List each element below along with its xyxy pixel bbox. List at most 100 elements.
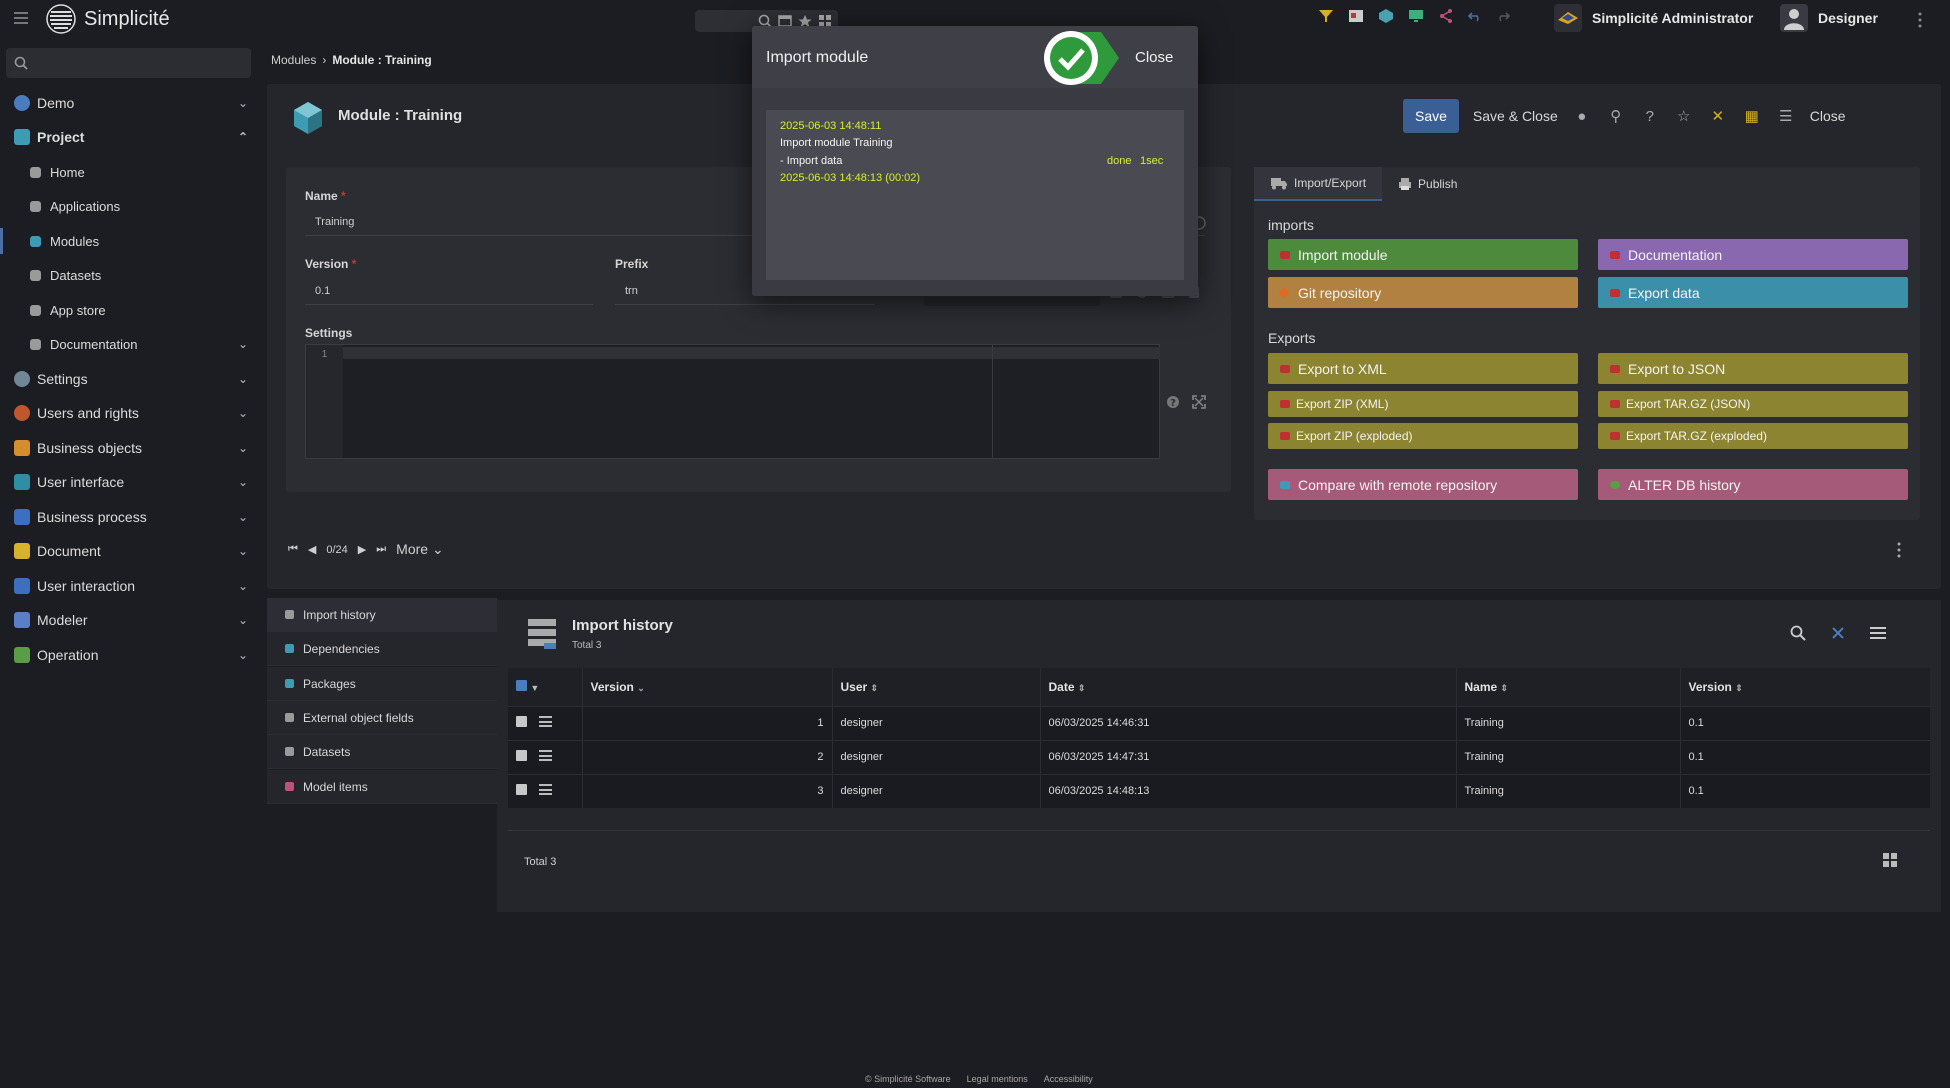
more-vert-icon[interactable]: [1897, 542, 1901, 558]
git-repository-button[interactable]: Git repository: [1268, 277, 1578, 308]
row-checkbox[interactable]: [516, 750, 527, 761]
col-user[interactable]: User ⇕: [831, 668, 1040, 706]
sidebar-item-documentation[interactable]: Documentation ⌄: [0, 329, 262, 359]
dialog-close-button[interactable]: Close: [1135, 49, 1173, 66]
export-zip-xml-button[interactable]: Export ZIP (XML): [1268, 391, 1578, 417]
export-targz-exploded-button[interactable]: Export TAR.GZ (exploded): [1598, 423, 1908, 449]
sidebar-item-home[interactable]: Home: [0, 157, 262, 187]
sidebar-item-operation[interactable]: Operation ⌄: [0, 640, 262, 670]
last-page-icon[interactable]: ⏭: [376, 543, 386, 556]
editor-actions: ?: [1166, 395, 1206, 409]
tab-publish[interactable]: Publish: [1382, 167, 1473, 201]
sidebar-item-applications[interactable]: Applications: [0, 191, 262, 221]
prev-page-icon[interactable]: ◀: [308, 543, 316, 556]
log-line-module: Import module Training: [780, 137, 893, 149]
sidebar-item-user-interface[interactable]: User interface ⌄: [0, 467, 262, 497]
star-icon[interactable]: ☆: [1674, 107, 1694, 125]
sidebar-item-users-and-rights[interactable]: Users and rights ⌄: [0, 398, 262, 428]
list-menu-icon[interactable]: ☰: [1776, 107, 1796, 125]
sidebar-item-business-objects[interactable]: Business objects ⌄: [0, 433, 262, 463]
sidebar-item-business-process[interactable]: Business process ⌄: [0, 502, 262, 532]
select-all-checkbox[interactable]: [516, 679, 527, 691]
card-icon[interactable]: [1348, 9, 1364, 23]
module-icon[interactable]: [1378, 8, 1394, 24]
sidebar-item-document[interactable]: Document ⌄: [0, 536, 262, 566]
search-input[interactable]: [6, 48, 251, 78]
alter-db-history-button[interactable]: ALTER DB history: [1598, 469, 1908, 500]
row-menu-icon[interactable]: [539, 716, 553, 727]
next-page-icon[interactable]: ▶: [358, 543, 366, 556]
list-menu-icon[interactable]: [1870, 626, 1886, 640]
more-vert-icon[interactable]: [1918, 12, 1922, 28]
version-field[interactable]: 0.1: [305, 279, 593, 305]
search-icon[interactable]: [1790, 625, 1806, 641]
row-menu-icon[interactable]: [539, 750, 553, 761]
row-checkbox[interactable]: [516, 716, 527, 727]
sidebar-item-user-interaction[interactable]: User interaction ⌄: [0, 571, 262, 601]
save-button[interactable]: Save: [1403, 99, 1459, 133]
sidebar-item-app-store[interactable]: App store: [0, 295, 262, 325]
zoom-icon[interactable]: ⚲: [1606, 107, 1626, 125]
table-row[interactable]: 1 designer 06/03/2025 14:46:31 Training …: [508, 705, 1930, 740]
role-menu[interactable]: Designer: [1780, 4, 1878, 32]
help-icon[interactable]: ?: [1166, 395, 1180, 409]
legal-link[interactable]: Legal mentions: [967, 1074, 1028, 1084]
app-logo[interactable]: Simplicité: [46, 4, 170, 34]
documentation-button[interactable]: Documentation: [1598, 239, 1908, 270]
accessibility-link[interactable]: Accessibility: [1044, 1074, 1093, 1084]
fullscreen-icon[interactable]: [1192, 395, 1206, 409]
more-button[interactable]: More ⌄: [396, 541, 444, 558]
grid-view-icon[interactable]: [1883, 853, 1897, 867]
chevron-down-icon: ⌄: [238, 648, 249, 662]
link-packages[interactable]: Packages: [267, 667, 497, 701]
redo-icon[interactable]: [1496, 9, 1510, 23]
sidebar-item-modeler[interactable]: Modeler ⌄: [0, 605, 262, 635]
table-row[interactable]: 3 designer 06/03/2025 14:48:13 Training …: [508, 773, 1930, 808]
export-json-button[interactable]: Export to JSON: [1598, 353, 1908, 384]
sidebar-item-demo[interactable]: Demo ⌄: [0, 88, 262, 118]
clear-filter-icon[interactable]: [1830, 625, 1846, 641]
sidebar-item-modules[interactable]: Modules: [0, 226, 262, 256]
pager: ⏮ ◀ 0/24 ▶ ⏭ More ⌄: [288, 541, 444, 558]
comment-icon[interactable]: ●: [1572, 108, 1592, 125]
import-module-button[interactable]: Import module: [1268, 239, 1578, 270]
save-close-button[interactable]: Save & Close: [1473, 108, 1558, 124]
share-icon[interactable]: [1438, 8, 1454, 24]
filter-icon[interactable]: [1318, 8, 1334, 24]
export-zip-exploded-button[interactable]: Export ZIP (exploded): [1268, 423, 1578, 449]
select-all-header[interactable]: ▼: [508, 668, 582, 706]
table-row[interactable]: 2 designer 06/03/2025 14:47:31 Training …: [508, 739, 1930, 774]
help-icon[interactable]: ?: [1640, 108, 1660, 125]
col-name[interactable]: Name ⇕: [1455, 668, 1680, 706]
link-datasets[interactable]: Datasets: [267, 735, 497, 769]
link-model-items[interactable]: Model items: [267, 770, 497, 804]
sidebar-item-datasets[interactable]: Datasets: [0, 260, 262, 290]
cell-name: Training: [1455, 773, 1680, 808]
tree-icon[interactable]: ▦: [1742, 107, 1762, 125]
settings-editor[interactable]: 1: [305, 344, 1160, 459]
close-button[interactable]: Close: [1810, 108, 1846, 124]
compare-remote-button[interactable]: Compare with remote repository: [1268, 469, 1578, 500]
export-xml-button[interactable]: Export to XML: [1268, 353, 1578, 384]
export-data-button[interactable]: Export data: [1598, 277, 1908, 308]
undo-icon[interactable]: [1468, 9, 1482, 23]
menu-icon[interactable]: [14, 12, 28, 24]
col-module-version[interactable]: Version ⇕: [1679, 668, 1930, 706]
monitor-icon[interactable]: [1408, 9, 1424, 23]
tab-import-export[interactable]: Import/Export: [1254, 167, 1383, 201]
breadcrumb-parent[interactable]: Modules: [271, 53, 316, 67]
row-checkbox[interactable]: [516, 784, 527, 796]
col-date[interactable]: Date ⇕: [1039, 668, 1456, 706]
export-targz-json-button[interactable]: Export TAR.GZ (JSON): [1598, 391, 1908, 417]
breadcrumb-current: Module : Training: [332, 53, 432, 67]
user-menu[interactable]: Simplicité Administrator: [1554, 4, 1753, 32]
sidebar-item-project[interactable]: Project ⌃: [0, 122, 262, 152]
link-dependencies[interactable]: Dependencies: [267, 632, 497, 666]
col-version[interactable]: Version ⌄: [581, 668, 832, 706]
first-page-icon[interactable]: ⏮: [288, 543, 298, 556]
row-menu-icon[interactable]: [539, 784, 553, 796]
link-external-object-fields[interactable]: External object fields: [267, 701, 497, 735]
link-import-history[interactable]: Import history3: [267, 598, 745, 632]
tools-icon[interactable]: ✕: [1708, 107, 1728, 125]
sidebar-item-settings[interactable]: Settings ⌄: [0, 364, 262, 394]
